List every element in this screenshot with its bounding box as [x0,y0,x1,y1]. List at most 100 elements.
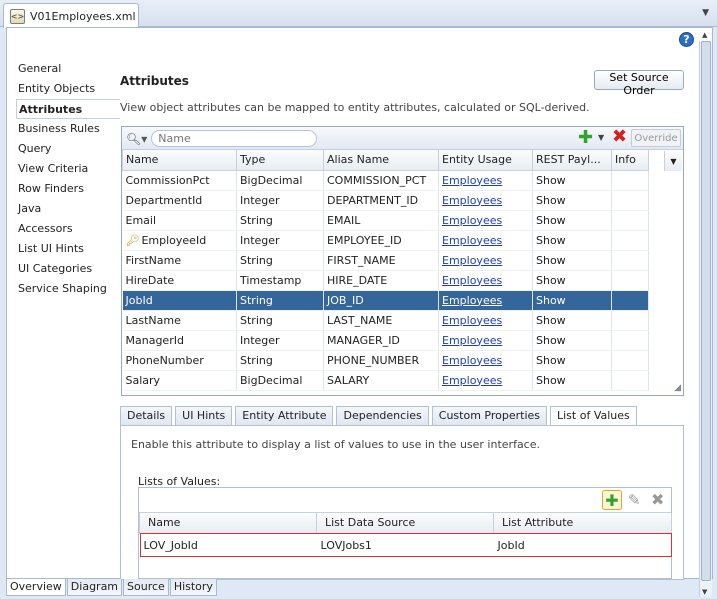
table-row[interactable]: DepartmentId Integer DEPARTMENT_ID Employee… [122,190,649,211]
table-cell[interactable]: Show [532,330,612,351]
column-header-0[interactable]: Name [122,150,237,171]
table-cell[interactable] [611,210,649,231]
table-cell[interactable]: JOB_ID [323,290,439,311]
table-cell[interactable]: 🔑︎ EmployeeId [122,230,237,251]
table-cell[interactable]: CommissionPct [122,170,237,191]
table-row[interactable]: Email String EMAIL Employees Show [122,210,649,231]
table-cell[interactable]: Show [532,290,612,311]
sidebar-item-view-criteria[interactable]: View Criteria [16,159,120,179]
scrollbar-thumb[interactable] [701,41,711,581]
entity-usage-link[interactable]: Employees [442,214,502,227]
sidebar-item-entity-objects[interactable]: Entity Objects [16,79,120,99]
table-row[interactable]: ManagerId Integer MANAGER_ID Employees Show [122,330,649,351]
add-lov-icon[interactable]: ✚ [602,490,622,510]
tab-history[interactable]: History [169,579,217,596]
table-row[interactable]: LastName String LAST_NAME Employees Show [122,310,649,331]
table-cell[interactable]: Integer [236,330,324,351]
table-cell[interactable]: EMPLOYEE_ID [323,230,439,251]
search-icon[interactable]: 🔍︎▾ [126,132,147,146]
lov-column-header-0[interactable]: Name [139,513,317,534]
entity-usage-link[interactable]: Employees [442,294,502,307]
sidebar-item-java[interactable]: Java [16,199,120,219]
entity-usage-link[interactable]: Employees [442,274,502,287]
sidebar-item-ui-categories[interactable]: UI Categories [16,259,120,279]
table-cell[interactable]: PhoneNumber [122,350,237,371]
table-cell[interactable]: Show [532,310,612,331]
table-row[interactable]: JobId String JOB_ID Employees Show [122,290,649,311]
table-cell[interactable] [611,250,649,271]
table-cell[interactable]: Show [532,230,612,251]
table-row[interactable]: HireDate Timestamp HIRE_DATE Employees Show [122,270,649,291]
sidebar-item-list-ui-hints[interactable]: List UI Hints [16,239,120,259]
sidebar-item-business-rules[interactable]: Business Rules [16,119,120,139]
table-cell[interactable]: Show [532,270,612,291]
search-input[interactable] [151,130,318,147]
lov-table-row[interactable]: LOV_JobId LOVJobs1 JobId [139,533,672,557]
vertical-scrollbar[interactable]: ▲ ▼ [699,31,712,597]
entity-usage-link[interactable]: Employees [442,374,502,387]
table-cell[interactable]: Integer [236,230,324,251]
table-cell[interactable]: Integer [236,190,324,211]
sidebar-item-query[interactable]: Query [16,139,120,159]
table-row[interactable]: Salary BigDecimal SALARY Employees Show [122,370,649,391]
edit-lov-icon[interactable]: ✎ [628,491,641,509]
table-cell[interactable]: COMMISSION_PCT [323,170,439,191]
table-cell[interactable]: Show [532,190,612,211]
table-cell[interactable]: String [236,310,324,331]
entity-usage-link[interactable]: Employees [442,254,502,267]
tab-ui-hints[interactable]: UI Hints [175,406,233,425]
tab-dependencies[interactable]: Dependencies [336,406,429,425]
tab-menu-chevron-icon[interactable]: ▼ [702,8,709,18]
column-header-1[interactable]: Type [236,150,324,171]
entity-usage-link[interactable]: Employees [442,334,502,347]
table-cell[interactable]: String [236,250,324,271]
table-cell[interactable]: Timestamp [236,270,324,291]
sidebar-item-accessors[interactable]: Accessors [16,219,120,239]
tab-overview[interactable]: Overview [6,579,66,596]
tab-diagram[interactable]: Diagram [66,579,123,596]
table-cell[interactable]: EMAIL [323,210,439,231]
delete-attribute-icon[interactable]: ✖ [612,127,627,147]
scroll-down-icon[interactable]: ▼ [702,588,707,596]
table-cell[interactable]: BigDecimal [236,170,324,191]
table-cell[interactable]: BigDecimal [236,370,324,391]
table-cell[interactable] [611,330,649,351]
table-cell[interactable]: HIRE_DATE [323,270,439,291]
table-cell[interactable]: HireDate [122,270,237,291]
table-cell[interactable] [611,350,649,371]
table-cell[interactable]: String [236,350,324,371]
table-cell[interactable] [611,230,649,251]
entity-usage-link[interactable]: Employees [442,234,502,247]
lov-column-header-1[interactable]: List Data Source [316,513,494,534]
table-cell[interactable] [611,310,649,331]
lov-column-header-2[interactable]: List Attribute [493,513,672,534]
entity-usage-link[interactable]: Employees [442,194,502,207]
tab-list-of-values[interactable]: List of Values [550,406,637,426]
tab-custom-properties[interactable]: Custom Properties [431,406,547,425]
table-cell[interactable]: Show [532,350,612,371]
table-cell[interactable]: Salary [122,370,237,391]
table-cell[interactable]: MANAGER_ID [323,330,439,351]
table-cell[interactable]: DEPARTMENT_ID [323,190,439,211]
entity-usage-link[interactable]: Employees [442,174,502,187]
tab-details[interactable]: Details [120,406,173,425]
sidebar-item-attributes[interactable]: Attributes [16,99,120,119]
override-button[interactable]: Override [631,129,681,147]
sidebar-item-service-shaping[interactable]: Service Shaping [16,279,120,299]
column-header-5[interactable]: Info [611,150,649,171]
table-cell[interactable]: String [236,210,324,231]
table-cell[interactable]: ManagerId [122,330,237,351]
table-cell[interactable] [611,190,649,211]
table-cell[interactable]: FirstName [122,250,237,271]
table-cell[interactable] [611,170,649,191]
table-cell[interactable]: SALARY [323,370,439,391]
table-cell[interactable]: LastName [122,310,237,331]
column-header-4[interactable]: REST Payl... [532,150,612,171]
add-menu-chevron-icon[interactable]: ▼ [598,133,604,142]
table-cell[interactable]: Show [532,370,612,391]
table-cell[interactable]: FIRST_NAME [323,250,439,271]
add-attribute-icon[interactable]: ✚ [578,128,593,148]
scroll-up-icon[interactable]: ▲ [702,31,707,39]
column-header-3[interactable]: Entity Usage [438,150,533,171]
table-cell[interactable]: PHONE_NUMBER [323,350,439,371]
